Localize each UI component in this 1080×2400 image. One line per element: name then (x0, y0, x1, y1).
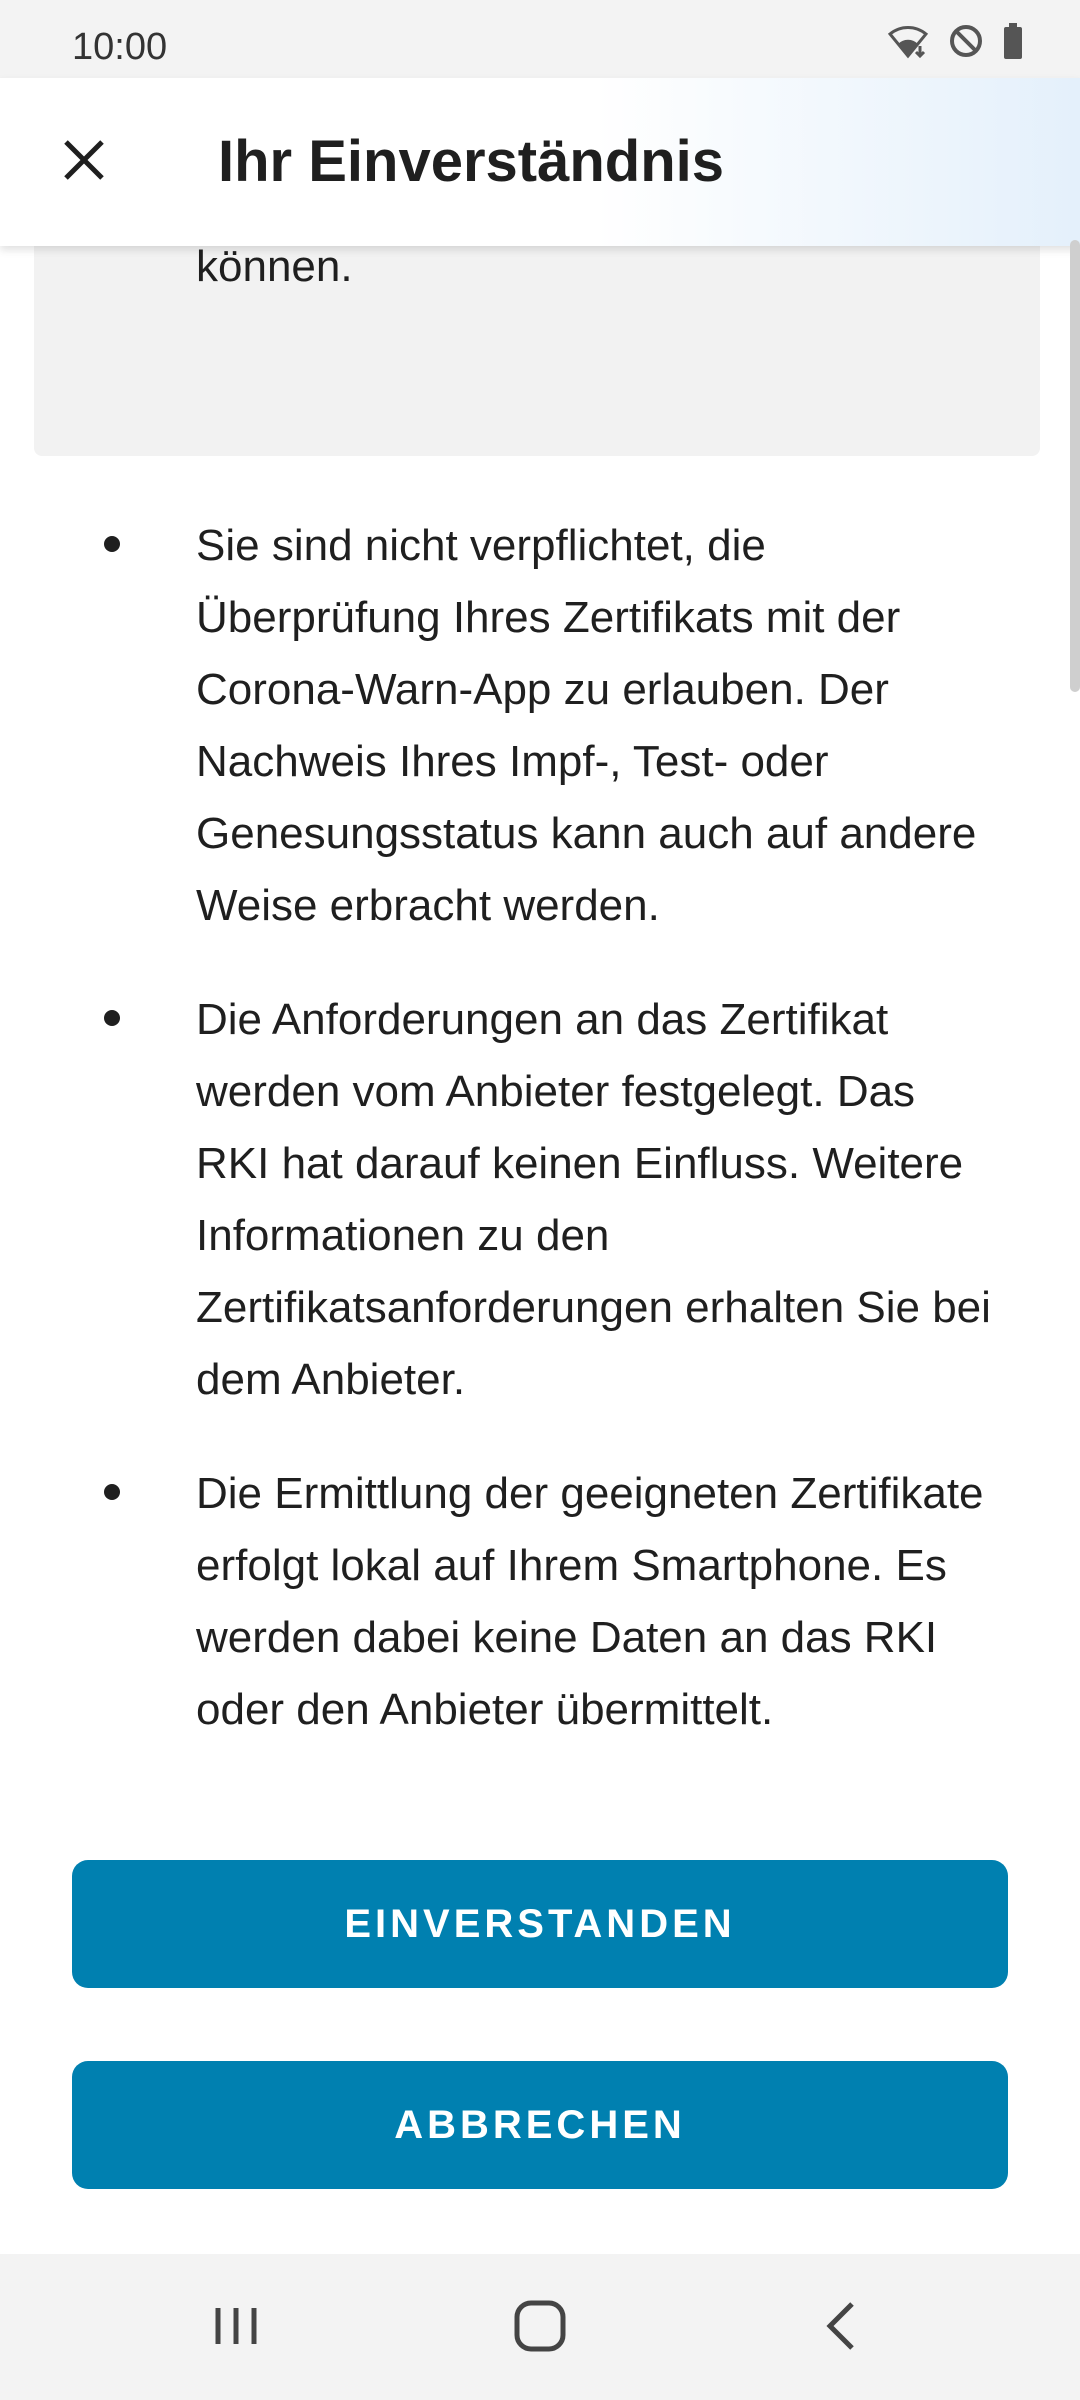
list-item: Die Ermittlung der geeigneten Zertifikat… (0, 1458, 1080, 1746)
back-icon (822, 2300, 862, 2357)
system-nav-bar (0, 2254, 1080, 2400)
list-item: Sie sind nicht verpflichtet, die Überprü… (0, 510, 1080, 942)
back-button[interactable] (806, 2292, 878, 2364)
bullet-text: Die Ermittlung der geeigneten Zertifikat… (196, 1469, 984, 1734)
page-title: Ihr Einverständnis (218, 129, 725, 194)
info-box-text: können. (196, 246, 353, 291)
close-button[interactable] (44, 122, 124, 202)
bullet-list: Sie sind nicht verpflichtet, die Überprü… (0, 510, 1080, 1788)
bullet-text: Sie sind nicht verpflichtet, die Überprü… (196, 521, 977, 930)
status-bar: 10:00 (0, 0, 1080, 78)
screen: 10:00 Ihr Einverständnis können. Sie sin… (0, 0, 1080, 2400)
list-item: Die Anforderungen an das Zertifikat werd… (0, 984, 1080, 1416)
agree-button-label: EINVERSTANDEN (344, 1901, 736, 1946)
home-icon (512, 2298, 568, 2359)
status-time: 10:00 (72, 26, 168, 68)
battery-icon (1002, 22, 1024, 60)
status-icons (886, 22, 1024, 60)
app-header: Ihr Einverständnis (0, 78, 1080, 246)
consent-content[interactable]: können. Sie sind nicht verpflichtet, die… (0, 246, 1080, 1826)
do-not-disturb-icon (948, 23, 984, 59)
recent-apps-icon (210, 2302, 262, 2355)
wifi-icon (886, 22, 930, 60)
bullet-text: Die Anforderungen an das Zertifikat werd… (196, 995, 991, 1404)
recent-apps-button[interactable] (200, 2292, 272, 2364)
home-button[interactable] (504, 2292, 576, 2364)
cancel-button-label: ABBRECHEN (394, 2102, 686, 2147)
bullet-dot (104, 1010, 120, 1026)
scrollbar[interactable] (1070, 240, 1080, 692)
close-icon (60, 136, 108, 189)
bullet-dot (104, 1484, 120, 1500)
bullet-dot (104, 536, 120, 552)
info-box: können. (34, 246, 1040, 456)
cancel-button[interactable]: ABBRECHEN (72, 2061, 1008, 2189)
agree-button[interactable]: EINVERSTANDEN (72, 1860, 1008, 1988)
